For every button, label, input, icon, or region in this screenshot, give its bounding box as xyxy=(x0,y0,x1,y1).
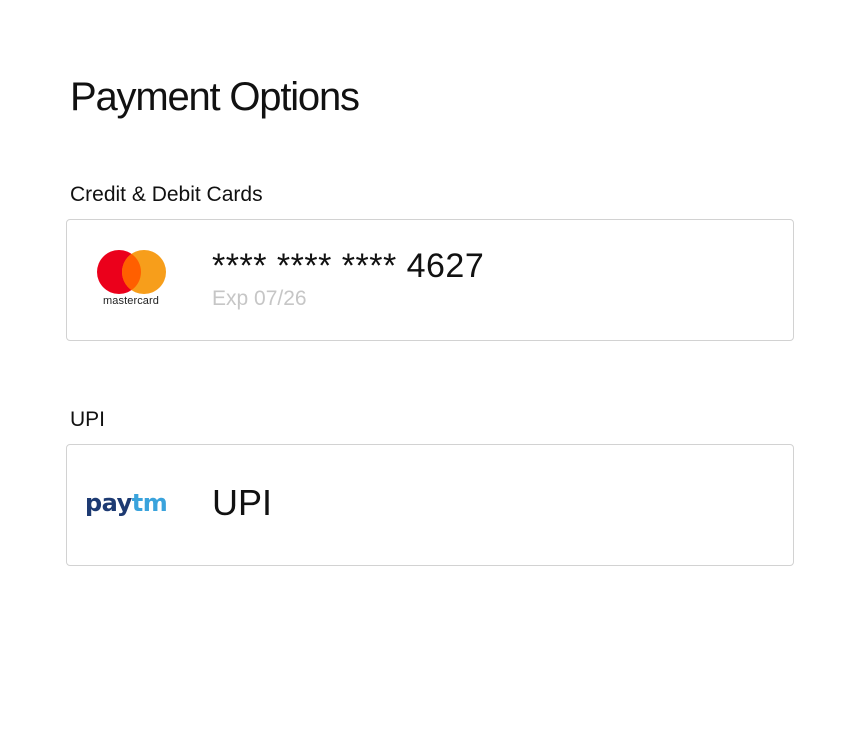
upi-option[interactable]: paytm UPI xyxy=(66,444,794,566)
card-expiry: Exp 07/26 xyxy=(212,287,307,310)
upi-option-title: UPI xyxy=(212,482,273,523)
mastercard-circles-icon xyxy=(97,250,166,294)
paytm-logo-tm: tm xyxy=(131,489,168,517)
paytm-logo-pay: pay xyxy=(85,489,132,517)
section-label-upi: UPI xyxy=(70,408,106,431)
card-number: **** **** **** 4627 xyxy=(212,247,485,285)
page-title: Payment Options xyxy=(70,75,360,119)
paytm-logo-icon: paytm xyxy=(85,488,168,518)
section-label-cards: Credit & Debit Cards xyxy=(70,183,263,206)
saved-card-option[interactable]: mastercard **** **** **** 4627 Exp 07/26 xyxy=(66,219,794,341)
mastercard-wordmark: mastercard xyxy=(102,295,160,307)
mastercard-logo-icon: mastercard xyxy=(93,248,169,310)
